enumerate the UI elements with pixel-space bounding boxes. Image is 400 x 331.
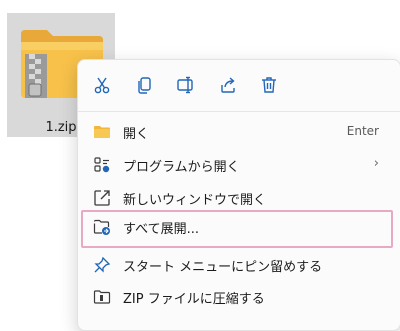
open-with-icon [93, 156, 111, 174]
compress-icon [93, 288, 111, 306]
menu-item-label: すべて展開... [123, 222, 199, 237]
pin-icon [93, 256, 111, 274]
scissors-icon [94, 77, 110, 94]
folder-icon [93, 123, 111, 141]
menu-item-label: プログラムから開く [123, 160, 240, 175]
extract-icon [93, 218, 111, 236]
delete-button[interactable] [254, 70, 284, 100]
menu-item-open-with[interactable]: プログラムから開く › [81, 148, 395, 182]
share-button[interactable] [213, 70, 243, 100]
new-window-icon [93, 189, 111, 207]
rename-icon [177, 76, 193, 94]
share-icon [221, 77, 235, 93]
menu-item-pin-start[interactable]: スタート メニューにピン留めする [81, 248, 395, 282]
context-menu: 開く Enter プログラムから開く › 新しいウィンドウで開く すべて展開..… [77, 59, 400, 331]
cut-button[interactable] [87, 70, 117, 100]
chevron-right-icon: › [373, 156, 379, 171]
menu-item-label: 新しいウィンドウで開く [123, 193, 267, 208]
shortcut-label: Enter [346, 124, 379, 138]
copy-button[interactable] [130, 70, 160, 100]
toolbar-divider [78, 111, 400, 112]
menu-item-extract-all[interactable]: すべて展開... [81, 210, 393, 248]
menu-item-label: 開く [123, 127, 150, 142]
rename-button[interactable] [171, 70, 201, 100]
context-toolbar [78, 60, 400, 114]
menu-item-label: ZIP ファイルに圧縮する [123, 292, 265, 307]
trash-icon [262, 77, 276, 93]
menu-item-compress-zip[interactable]: ZIP ファイルに圧縮する [81, 280, 395, 314]
menu-item-label: スタート メニューにピン留めする [123, 260, 323, 275]
menu-item-open[interactable]: 開く Enter [81, 115, 395, 149]
copy-icon [138, 77, 151, 94]
